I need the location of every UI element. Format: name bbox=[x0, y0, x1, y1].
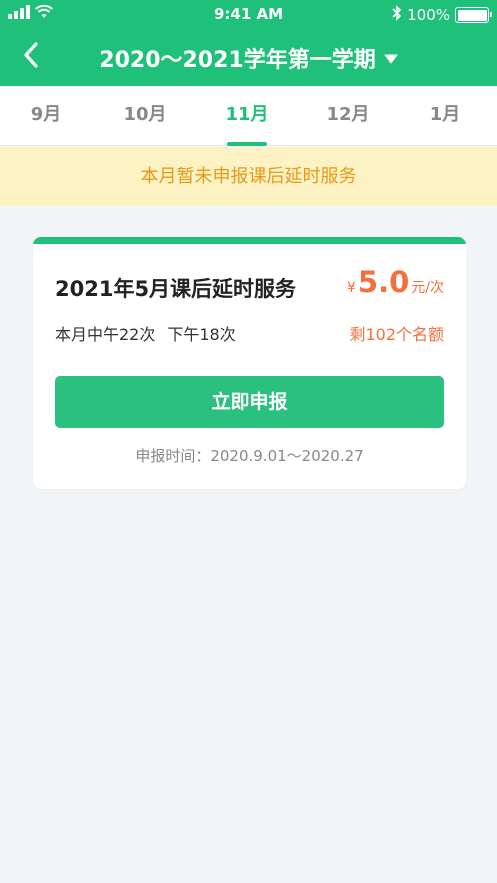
battery-icon bbox=[455, 7, 492, 23]
tab-month-11[interactable]: 11月 bbox=[207, 86, 287, 146]
card-accent-bar bbox=[33, 237, 466, 244]
session-counts: 本月中午22次 下午18次 bbox=[55, 321, 236, 345]
nav-bar: 2020～2021学年第一学期 bbox=[0, 30, 497, 86]
apply-period: 申报时间：2020.9.01～2020.27 bbox=[135, 447, 364, 465]
page-title: 2020～2021学年第一学期 bbox=[99, 48, 376, 73]
status-right: 100% bbox=[392, 5, 492, 25]
afternoon-count: 下午18次 bbox=[167, 325, 236, 344]
back-button[interactable] bbox=[14, 40, 48, 74]
semester-selector[interactable]: 2020～2021学年第一学期 bbox=[60, 30, 437, 86]
caret-down-icon bbox=[384, 49, 398, 68]
chevron-left-icon bbox=[23, 42, 39, 72]
month-tabs: 9月 10月 11月 12月 1月 bbox=[0, 86, 497, 146]
app-header: 9:41 AM 100% 2020～2021学年第一学期 bbox=[0, 0, 497, 86]
service-price: ¥ 5.0 元/次 bbox=[347, 265, 444, 299]
bluetooth-icon bbox=[392, 5, 402, 25]
tab-month-12[interactable]: 12月 bbox=[308, 86, 388, 146]
price-symbol: ¥ bbox=[346, 280, 356, 296]
price-value: 5.0 bbox=[357, 265, 410, 299]
battery-text: 100% bbox=[407, 6, 450, 24]
noon-count: 本月中午22次 bbox=[55, 325, 156, 344]
tab-month-9[interactable]: 9月 bbox=[6, 86, 86, 146]
remaining-slots: 剩102个名额 bbox=[349, 325, 444, 344]
service-title: 2021年5月课后延时服务 bbox=[55, 277, 297, 301]
service-card: 2021年5月课后延时服务 ¥ 5.0 元/次 本月中午22次 下午18次 剩10… bbox=[33, 237, 466, 489]
notice-banner: 本月暂未申报课后延时服务 bbox=[0, 147, 497, 206]
tab-month-10[interactable]: 10月 bbox=[105, 86, 185, 146]
tab-month-1[interactable]: 1月 bbox=[405, 86, 485, 146]
apply-now-button[interactable]: 立即申报 bbox=[55, 376, 444, 428]
price-unit: 元/次 bbox=[411, 280, 444, 296]
status-bar: 9:41 AM 100% bbox=[0, 0, 497, 30]
